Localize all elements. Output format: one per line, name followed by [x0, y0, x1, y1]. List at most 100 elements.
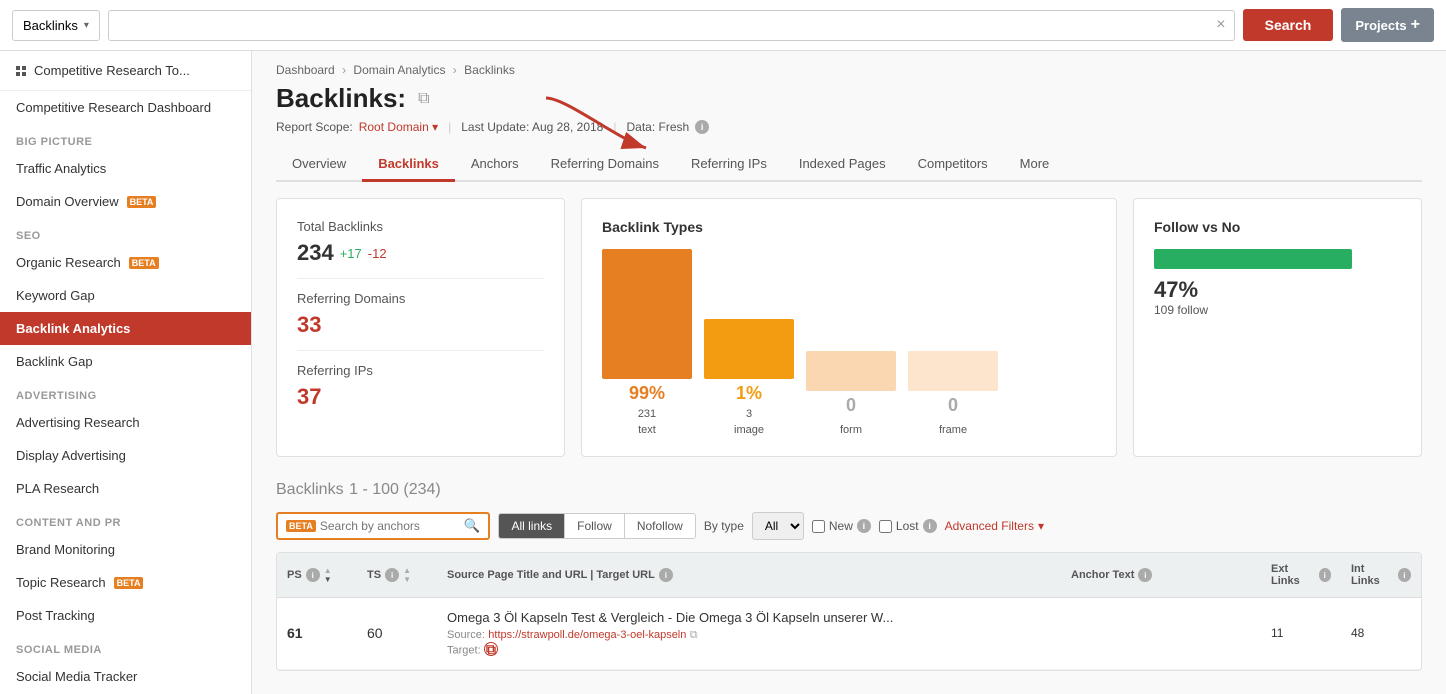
- tab-backlinks[interactable]: Backlinks: [362, 148, 455, 182]
- lost-checkbox[interactable]: [879, 520, 892, 533]
- search-button[interactable]: Search: [1243, 9, 1334, 41]
- dashboard-label: Competitive Research Dashboard: [16, 100, 211, 115]
- backlink-types-card: Backlink Types 99% 231 text 1% 3 ima: [581, 198, 1117, 457]
- td-source: Omega 3 Öl Kapseln Test & Vergleich - Di…: [437, 598, 1061, 669]
- tab-anchors[interactable]: Anchors: [455, 148, 535, 182]
- th-source-info-icon[interactable]: i: [659, 568, 673, 582]
- tab-indexed-pages[interactable]: Indexed Pages: [783, 148, 902, 182]
- follow-count: 109 follow: [1154, 303, 1401, 317]
- total-backlinks-value: 234: [297, 240, 334, 266]
- backlinks-title-range: 1 - 100 (234): [349, 481, 441, 498]
- referring-domains-value: 33: [297, 312, 544, 338]
- type-select[interactable]: All: [752, 512, 804, 540]
- plus-icon: +: [1411, 16, 1420, 34]
- advertising-research-label: Advertising Research: [16, 415, 140, 430]
- post-tracking-label: Post Tracking: [16, 608, 95, 623]
- th-ts-info-icon[interactable]: i: [385, 568, 399, 582]
- tab-competitors[interactable]: Competitors: [902, 148, 1004, 182]
- stats-divider-1: [297, 278, 544, 279]
- breadcrumb-backlinks: Backlinks: [464, 63, 515, 77]
- display-advertising-label: Display Advertising: [16, 448, 126, 463]
- th-int-label: Int Links: [1351, 563, 1394, 587]
- main-layout: Competitive Research To... Competitive R…: [0, 51, 1446, 694]
- projects-button[interactable]: Projects +: [1341, 8, 1434, 42]
- source-url-link[interactable]: https://strawpoll.de/omega-3-oel-kapseln: [488, 629, 686, 641]
- th-ext-info-icon[interactable]: i: [1319, 568, 1331, 582]
- anchor-search-input[interactable]: [320, 519, 460, 533]
- tab-more[interactable]: More: [1004, 148, 1066, 182]
- new-info-icon[interactable]: i: [857, 519, 871, 533]
- external-link-icon[interactable]: ⧉: [418, 90, 429, 108]
- topic-research-beta-badge: BETA: [114, 577, 144, 589]
- breadcrumb-domain-analytics[interactable]: Domain Analytics: [353, 63, 445, 77]
- sidebar-item-brand-monitoring[interactable]: Brand Monitoring: [0, 533, 251, 566]
- tabs: Overview Backlinks Anchors Referring Dom…: [276, 148, 1422, 182]
- topbar: Backlinks ▾ × Search Projects +: [0, 0, 1446, 51]
- sidebar-item-domain-overview[interactable]: Domain Overview BETA: [0, 185, 251, 218]
- sidebar-item-backlink-analytics[interactable]: Backlink Analytics: [0, 312, 251, 345]
- follow-vs-nofollow-title: Follow vs No: [1154, 219, 1401, 235]
- target-label: Target:: [447, 645, 481, 657]
- th-int-info-icon[interactable]: i: [1398, 568, 1411, 582]
- source-external-icon: ⧉: [690, 629, 698, 641]
- filter-nofollow[interactable]: Nofollow: [624, 514, 695, 538]
- th-anchor-info-icon[interactable]: i: [1138, 568, 1152, 582]
- filter-follow[interactable]: Follow: [564, 514, 624, 538]
- target-url-line: Target: ⧉: [447, 642, 1051, 657]
- pipe-1: |: [448, 120, 451, 134]
- sidebar-item-advertising-research[interactable]: Advertising Research: [0, 406, 251, 439]
- anchor-search-button[interactable]: 🔍: [464, 518, 481, 534]
- new-checkbox[interactable]: [812, 520, 825, 533]
- tab-referring-domains[interactable]: Referring Domains: [535, 148, 675, 182]
- filter-all-links[interactable]: All links: [499, 514, 564, 538]
- referring-ips-label: Referring IPs: [297, 363, 544, 378]
- breadcrumb-dashboard[interactable]: Dashboard: [276, 63, 335, 77]
- dropdown-chevron-icon: ▾: [84, 20, 89, 31]
- backlinks-section-title: Backlinks 1 - 100 (234): [276, 477, 1422, 500]
- sidebar-item-post-tracking[interactable]: Post Tracking: [0, 599, 251, 632]
- type-image-name: image: [734, 424, 764, 436]
- target-external-icon[interactable]: ⧉: [484, 642, 498, 656]
- sidebar-item-topic-research[interactable]: Topic Research BETA: [0, 566, 251, 599]
- search-type-dropdown[interactable]: Backlinks ▾: [12, 10, 100, 41]
- tab-referring-ips[interactable]: Referring IPs: [675, 148, 783, 182]
- ts-sort-up-icon: ▲: [403, 567, 411, 575]
- search-input[interactable]: [117, 11, 1216, 40]
- advanced-filters-button[interactable]: Advanced Filters ▾: [945, 519, 1044, 533]
- breadcrumb: Dashboard › Domain Analytics › Backlinks: [276, 63, 1422, 77]
- follow-pct: 47%: [1154, 277, 1401, 303]
- sidebar-top-button[interactable]: Competitive Research To...: [0, 51, 251, 91]
- sidebar-item-organic-research[interactable]: Organic Research BETA: [0, 246, 251, 279]
- sidebar-item-backlink-gap[interactable]: Backlink Gap: [0, 345, 251, 378]
- clear-search-button[interactable]: ×: [1216, 16, 1225, 34]
- by-type-label: By type: [704, 519, 744, 533]
- sidebar-section-seo: SEO Organic Research BETA Keyword Gap Ba…: [0, 218, 251, 378]
- lost-info-icon[interactable]: i: [923, 519, 937, 533]
- data-freshness-info-icon[interactable]: i: [695, 120, 709, 134]
- referring-domains-label: Referring Domains: [297, 291, 544, 306]
- type-frame-pct: 0: [948, 395, 958, 416]
- th-ps-sort[interactable]: ▲ ▼: [324, 567, 332, 584]
- tab-overview[interactable]: Overview: [276, 148, 362, 182]
- sidebar-item-dashboard[interactable]: Competitive Research Dashboard: [0, 91, 251, 124]
- backlinks-title-main: Backlinks: [276, 481, 344, 498]
- th-ps: PS i ▲ ▼: [277, 553, 357, 597]
- breadcrumb-sep-2: ›: [453, 63, 457, 77]
- table-header-row: PS i ▲ ▼ TS i ▲ ▼: [277, 553, 1421, 598]
- sidebar-item-display-advertising[interactable]: Display Advertising: [0, 439, 251, 472]
- th-ts-sort[interactable]: ▲ ▼: [403, 567, 411, 584]
- sidebar-item-traffic-analytics[interactable]: Traffic Analytics: [0, 152, 251, 185]
- new-checkbox-label[interactable]: New i: [812, 519, 871, 533]
- advanced-filters-chevron-icon: ▾: [1038, 519, 1044, 533]
- sidebar-item-pla-research[interactable]: PLA Research: [0, 472, 251, 505]
- report-scope-value[interactable]: Root Domain ▾: [359, 120, 438, 134]
- beta-search-wrap: BETA 🔍: [276, 512, 490, 540]
- domain-overview-label: Domain Overview: [16, 194, 119, 209]
- table-row: 61 60 Omega 3 Öl Kapseln Test & Vergleic…: [277, 598, 1421, 670]
- sidebar-item-social-media-tracker[interactable]: Social Media Tracker: [0, 660, 251, 693]
- th-ps-info-icon[interactable]: i: [306, 568, 320, 582]
- backlink-analytics-label: Backlink Analytics: [16, 321, 130, 336]
- sidebar-item-keyword-gap[interactable]: Keyword Gap: [0, 279, 251, 312]
- lost-checkbox-label[interactable]: Lost i: [879, 519, 937, 533]
- tabs-container: Overview Backlinks Anchors Referring Dom…: [276, 148, 1422, 182]
